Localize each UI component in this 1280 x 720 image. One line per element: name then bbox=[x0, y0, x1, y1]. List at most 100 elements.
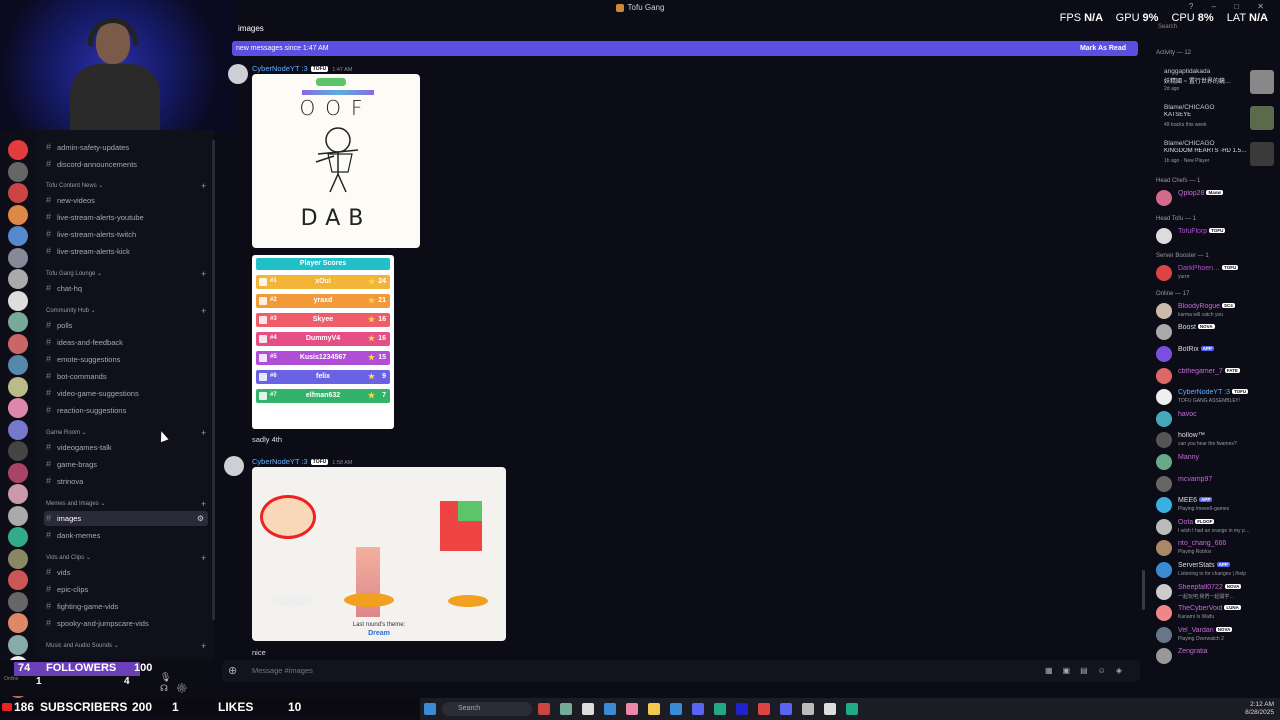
server-icon[interactable] bbox=[8, 376, 28, 397]
member-item[interactable]: TheCyberVoid LUNA Kanami Is Waifu bbox=[1154, 603, 1278, 623]
channel-discord-announcements[interactable]: # discord-announcements bbox=[44, 157, 208, 172]
avatar[interactable] bbox=[1156, 302, 1172, 319]
channel-video-game-suggestions[interactable]: # video-game-suggestions bbox=[44, 386, 208, 401]
taskbar-app-icon[interactable] bbox=[538, 703, 550, 715]
server-icon[interactable] bbox=[8, 333, 28, 354]
channel-epic-clips[interactable]: # epic-clips bbox=[44, 582, 208, 597]
player-scores-image[interactable]: Player Scores #1 xOui ★ 24 #2 yraxd ★ 21 #3 Skyee… bbox=[252, 255, 394, 429]
taskbar-app-icon[interactable] bbox=[780, 703, 792, 715]
server-icon[interactable] bbox=[8, 527, 28, 547]
mark-as-read-button[interactable]: Mark As Read bbox=[1080, 41, 1126, 56]
server-icon[interactable] bbox=[8, 398, 28, 418]
channel-admin-safety-updates[interactable]: # admin-safety-updates bbox=[44, 140, 208, 155]
avatar[interactable] bbox=[1156, 432, 1172, 449]
avatar[interactable] bbox=[1156, 562, 1172, 578]
channel-live-stream-alerts-twitch[interactable]: # live-stream-alerts-twitch bbox=[44, 227, 208, 242]
channel-vids[interactable]: # vids bbox=[44, 565, 208, 580]
category-heading[interactable]: Music and Audio Sounds ⌄ + bbox=[46, 641, 206, 651]
avatar[interactable] bbox=[1156, 605, 1172, 622]
category-heading[interactable]: Tofu Content News ⌄ + bbox=[46, 181, 206, 191]
server-icon[interactable] bbox=[8, 570, 28, 590]
composer-tool-icons[interactable]: ▦▣▤☺◈ bbox=[1045, 666, 1132, 675]
server-icon[interactable] bbox=[8, 140, 28, 160]
server-icon[interactable] bbox=[8, 290, 28, 311]
channel-live-stream-alerts-kick[interactable]: # live-stream-alerts-kick bbox=[44, 244, 208, 259]
drawing-image[interactable]: OOF DAB bbox=[252, 74, 420, 248]
message-author[interactable]: CyberNodeYT :3 TOFU 1:47 AM bbox=[252, 64, 352, 73]
channel-videogames-talk[interactable]: # videogames-talk bbox=[44, 440, 208, 455]
avatar[interactable] bbox=[1156, 324, 1172, 341]
channel-live-stream-alerts-youtube[interactable]: # live-stream-alerts-youtube bbox=[44, 210, 208, 225]
taskbar-app-icon[interactable] bbox=[692, 703, 704, 715]
channel-fighting-game-vids[interactable]: # fighting-game-vids bbox=[44, 599, 208, 614]
server-icon[interactable] bbox=[8, 484, 28, 504]
member-item[interactable]: ServerStats APP Listening to for changes |… bbox=[1154, 560, 1278, 580]
windows-start-icon[interactable] bbox=[424, 703, 436, 715]
server-icon[interactable] bbox=[8, 505, 28, 526]
channel-list-scrollbar[interactable] bbox=[212, 140, 215, 620]
avatar[interactable] bbox=[1156, 583, 1172, 600]
server-icon[interactable] bbox=[8, 161, 28, 182]
server-icon[interactable] bbox=[8, 183, 28, 203]
member-item[interactable]: mcvamp97 bbox=[1154, 474, 1278, 494]
member-item[interactable]: hollow™ can you hear the fwames? bbox=[1154, 430, 1278, 450]
channel-ideas-and-feedback[interactable]: # ideas-and-feedback bbox=[44, 335, 208, 350]
server-icon[interactable] bbox=[8, 269, 28, 289]
category-heading[interactable]: Tofu Gang Lounge ⌄ + bbox=[46, 269, 206, 279]
taskbar-app-icon[interactable] bbox=[648, 703, 660, 715]
channel-spooky-and-jumpscare-vids[interactable]: # spooky-and-jumpscare-vids bbox=[44, 616, 208, 631]
server-icon[interactable] bbox=[8, 226, 28, 246]
taskbar-app-icon[interactable] bbox=[604, 703, 616, 715]
channel-polls[interactable]: # polls bbox=[44, 318, 208, 333]
taskbar-app-icon[interactable] bbox=[802, 703, 814, 715]
message-composer[interactable]: ⊕ Message #images ▦▣▤☺◈ bbox=[222, 660, 1140, 682]
game-screenshot-image[interactable]: Last round's theme: Dream bbox=[252, 467, 506, 641]
member-item[interactable]: BotRix APP bbox=[1154, 344, 1278, 364]
taskbar-app-icon[interactable] bbox=[714, 703, 726, 715]
search-input[interactable]: Search bbox=[1158, 24, 1177, 30]
server-icon[interactable] bbox=[8, 247, 28, 268]
add-channel-plus-icon[interactable]: + bbox=[201, 553, 206, 563]
avatar[interactable] bbox=[1156, 410, 1172, 427]
add-channel-plus-icon[interactable]: + bbox=[201, 181, 206, 191]
server-icon[interactable] bbox=[8, 355, 28, 375]
member-item[interactable]: Vel_Vardan NOVA Playing Overwatch 2 bbox=[1154, 625, 1278, 645]
add-channel-plus-icon[interactable]: + bbox=[201, 499, 206, 509]
channel-reaction-suggestions[interactable]: # reaction-suggestions bbox=[44, 403, 208, 418]
avatar[interactable] bbox=[1156, 626, 1172, 643]
category-heading[interactable]: Vids and Clips ⌄ + bbox=[46, 553, 206, 563]
server-icon[interactable] bbox=[8, 419, 28, 440]
voice-controls[interactable]: 🎙☊⚙ bbox=[160, 672, 214, 694]
taskbar-app-icon[interactable] bbox=[846, 703, 858, 715]
member-item[interactable]: havoc bbox=[1154, 409, 1278, 429]
category-heading[interactable]: Community Hub ⌄ + bbox=[46, 306, 206, 316]
category-heading[interactable]: Game Room ⌄ + bbox=[46, 428, 206, 438]
member-item[interactable]: CyberNodeYT :3 TOFU TOFU GANG ASSEMBLE!!! bbox=[1154, 387, 1278, 407]
new-messages-bar[interactable]: new messages since 1:47 AM Mark As Read bbox=[232, 41, 1138, 56]
member-item[interactable]: TofuFlorp TOFU bbox=[1154, 226, 1278, 246]
message-input[interactable]: Message #images bbox=[252, 666, 313, 675]
member-item[interactable]: MEE6 APP Playing /meee6-games bbox=[1154, 495, 1278, 515]
member-item[interactable]: Boost NOVA bbox=[1154, 322, 1278, 342]
avatar[interactable] bbox=[1156, 648, 1172, 665]
avatar[interactable] bbox=[1156, 346, 1172, 362]
add-channel-plus-icon[interactable]: + bbox=[201, 269, 206, 279]
member-item[interactable]: cbthegamer_7 FATE bbox=[1154, 366, 1278, 386]
server-icon[interactable] bbox=[8, 204, 28, 225]
channel-chat-hq[interactable]: # chat-hq bbox=[44, 281, 208, 296]
add-channel-plus-icon[interactable]: + bbox=[201, 428, 206, 438]
avatar[interactable] bbox=[1156, 518, 1172, 535]
avatar[interactable] bbox=[1156, 190, 1172, 206]
avatar[interactable] bbox=[1156, 497, 1172, 514]
server-icon[interactable] bbox=[8, 312, 28, 332]
activity-item[interactable]: Blame/CHICAGO KINGDOM HEARTS -HD 1.5… 1h a… bbox=[1154, 140, 1278, 174]
channel-images[interactable]: # images ⚙ bbox=[44, 511, 208, 526]
taskbar-app-icon[interactable] bbox=[582, 703, 594, 715]
member-item[interactable]: Manny bbox=[1154, 452, 1278, 472]
taskbar-app-icon[interactable] bbox=[670, 703, 682, 715]
add-channel-plus-icon[interactable]: + bbox=[201, 641, 206, 651]
server-icon[interactable] bbox=[8, 634, 28, 655]
message-scrollbar[interactable] bbox=[1142, 570, 1145, 610]
member-item[interactable]: rito_chang_666 Playing Roblox bbox=[1154, 538, 1278, 558]
channel-strinova[interactable]: # strinova bbox=[44, 474, 208, 489]
